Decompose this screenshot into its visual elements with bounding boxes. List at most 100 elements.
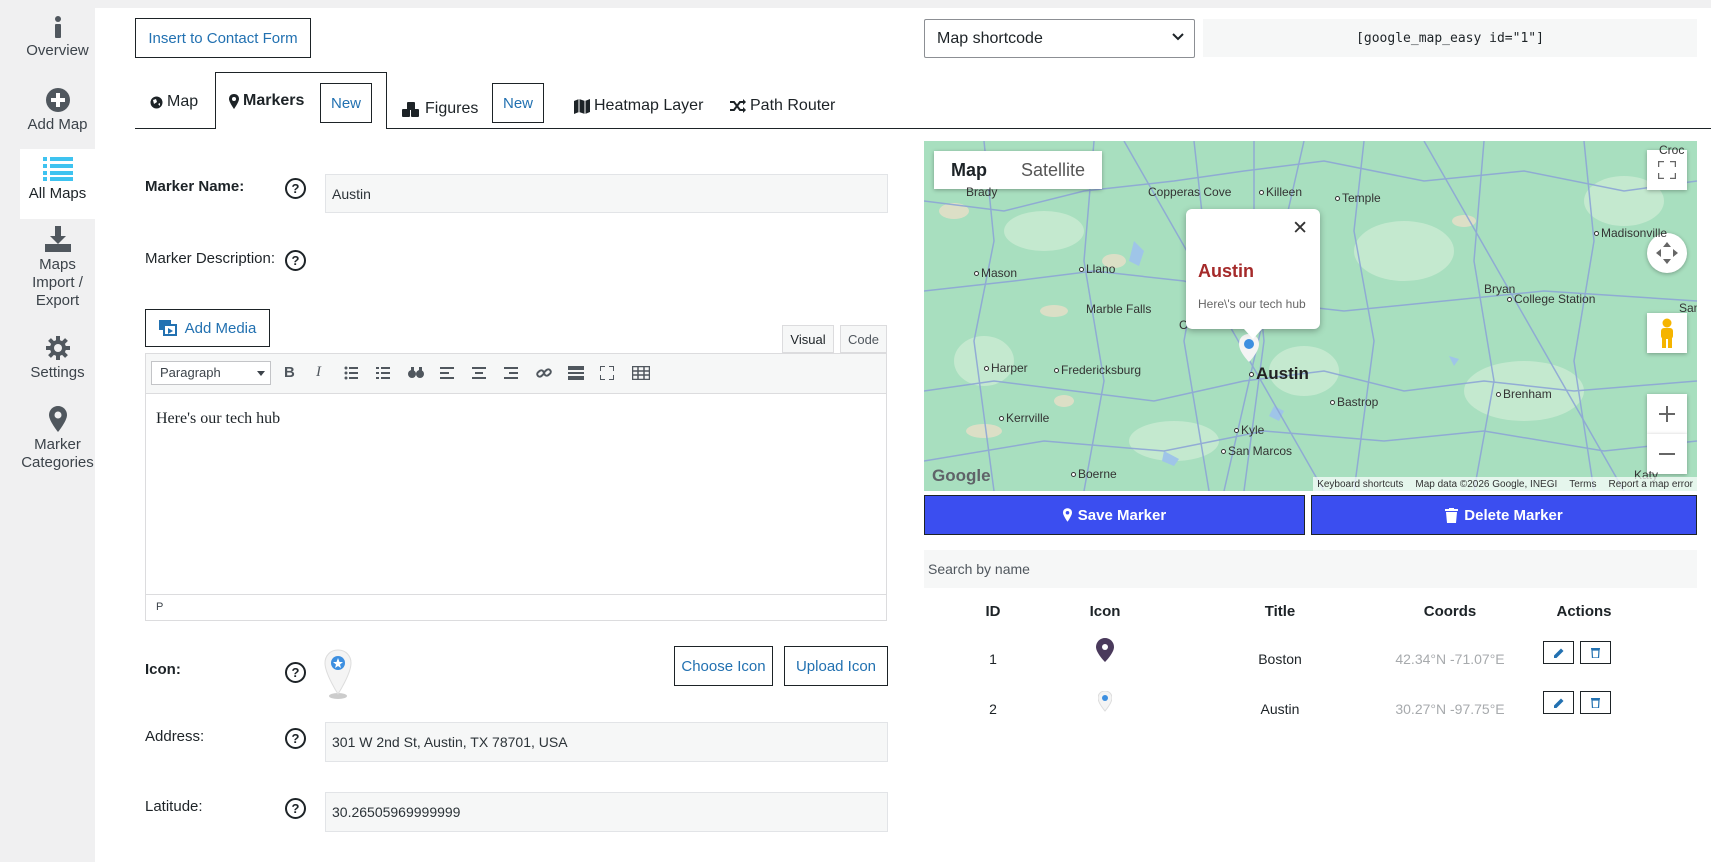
align-center-icon[interactable] (472, 366, 486, 380)
editor-text: Here's our tech hub (156, 410, 281, 427)
help-glyph: ? (291, 665, 300, 680)
tab-label: Path Router (750, 97, 836, 114)
city-label-austin: Austin (1249, 364, 1309, 384)
help-icon[interactable]: ? (285, 250, 306, 271)
sidebar-item-marker-categories[interactable]: Marker Categories (20, 406, 95, 476)
map-type-satellite[interactable]: Satellite (1004, 151, 1102, 189)
delete-row-button[interactable] (1580, 641, 1611, 664)
tab-label: Heatmap Layer (594, 97, 704, 114)
help-icon[interactable]: ? (285, 178, 306, 199)
blockquote-icon[interactable] (408, 366, 424, 380)
zoom-in-button[interactable] (1647, 394, 1687, 434)
sidebar-item-label: Overview (26, 42, 89, 59)
help-icon[interactable]: ? (285, 728, 306, 749)
latitude-label: Latitude: (145, 798, 203, 815)
map-pin-dark-icon (1096, 638, 1114, 662)
link-icon[interactable] (536, 366, 552, 380)
select-value: Map shortcode (937, 29, 1043, 47)
rich-text-editor: Paragraph B I Here's our tech hub P (145, 353, 887, 621)
report-error-link[interactable]: Report a map error (1609, 479, 1693, 490)
align-right-icon[interactable] (504, 366, 518, 380)
tab-map[interactable]: Map (150, 88, 198, 116)
pencil-icon (1553, 648, 1563, 658)
row-id: 1 (989, 651, 997, 667)
upload-icon-button[interactable]: Upload Icon (784, 646, 888, 686)
sidebar-item-import-export[interactable]: Maps Import / Export (20, 226, 95, 316)
sidebar-item-label: Add Map (27, 116, 88, 133)
editor-code-tab[interactable]: Code (840, 325, 887, 353)
row-id: 2 (989, 701, 997, 717)
marker-name-input[interactable]: Austin (325, 174, 888, 213)
keyboard-shortcuts-link[interactable]: Keyboard shortcuts (1317, 479, 1403, 490)
add-media-button[interactable]: Add Media (145, 309, 270, 347)
shapes-icon (402, 101, 419, 117)
tab-path-router[interactable]: Path Router (730, 92, 835, 120)
shuffle-icon (730, 99, 746, 113)
shortcode-field[interactable]: [google_map_easy id="1"] (1203, 19, 1697, 57)
city-label: Sam (1679, 301, 1697, 315)
edit-button[interactable] (1543, 691, 1574, 714)
paragraph-format-select[interactable]: Paragraph (151, 361, 271, 385)
city-label: Brady (966, 185, 998, 199)
table-header-title: Title (1264, 603, 1296, 620)
delete-marker-button[interactable]: Delete Marker (1311, 495, 1697, 535)
shortcode-select[interactable]: Map shortcode (924, 19, 1195, 58)
sidebar-item-all-maps[interactable]: All Maps (20, 149, 95, 219)
search-placeholder: Search by name (928, 561, 1030, 577)
sidebar-item-add-map[interactable]: Add Map (20, 88, 95, 144)
city-label: Marble Falls (1086, 302, 1152, 316)
plus-circle-icon (45, 88, 70, 112)
help-icon[interactable]: ? (285, 662, 306, 683)
tab-figures[interactable]: Figures (402, 96, 478, 122)
terms-link[interactable]: Terms (1569, 479, 1596, 490)
map-marker-icon (229, 93, 239, 109)
map-type-map[interactable]: Map (934, 151, 1004, 189)
fullscreen-icon[interactable] (600, 366, 614, 380)
list-icon (42, 157, 73, 181)
table-header-icon: Icon (1089, 603, 1121, 620)
editor-visual-tab[interactable]: Visual (782, 325, 834, 353)
button-label: Add Media (184, 319, 257, 337)
tab-label: Code (847, 331, 880, 347)
pencil-icon (1553, 698, 1563, 708)
marker-search-input[interactable]: Search by name (924, 550, 1697, 588)
delete-row-button[interactable] (1580, 691, 1611, 714)
align-left-icon[interactable] (440, 366, 454, 380)
numbered-list-icon[interactable] (376, 366, 390, 380)
badge-label: New (502, 94, 533, 112)
info-icon (54, 16, 61, 38)
latitude-input[interactable]: 30.26505969999999 (325, 792, 888, 832)
street-view-pegman[interactable] (1647, 313, 1687, 353)
edit-button[interactable] (1543, 641, 1574, 664)
select-value: Paragraph (160, 365, 221, 380)
map-view[interactable]: Map Satellite Copperas Cove Killeen Temp… (924, 141, 1697, 491)
tab-heatmap-layer[interactable]: Heatmap Layer (574, 92, 703, 120)
help-icon[interactable]: ? (285, 798, 306, 819)
save-marker-button[interactable]: Save Marker (924, 495, 1305, 535)
sidebar-item-overview[interactable]: Overview (20, 16, 95, 72)
download-icon (44, 226, 71, 252)
button-label: Delete Marker (1464, 506, 1563, 524)
tab-label: Visual (790, 331, 826, 347)
insert-contact-form-button[interactable]: Insert to Contact Form (135, 18, 311, 58)
input-value: 30.26505969999999 (332, 804, 461, 820)
address-input[interactable]: 301 W 2nd St, Austin, TX 78701, USA (325, 722, 888, 762)
city-label: Harper (984, 361, 1028, 375)
new-badge-figures: New (492, 83, 544, 123)
editor-path: P (156, 601, 164, 613)
sidebar-item-settings[interactable]: Settings (20, 336, 95, 392)
toolbar-toggle-icon[interactable] (632, 366, 650, 380)
selected-marker-icon (324, 649, 352, 699)
map-marker-icon (1062, 508, 1072, 522)
info-window-text: Here\'s our tech hub (1198, 297, 1306, 311)
italic-icon[interactable]: I (316, 364, 321, 381)
read-more-icon[interactable] (568, 366, 584, 380)
choose-icon-button[interactable]: Choose Icon (674, 646, 773, 686)
bulleted-list-icon[interactable] (344, 366, 358, 380)
editor-content[interactable]: Here's our tech hub (146, 394, 886, 594)
close-icon[interactable]: ✕ (1292, 217, 1308, 240)
caret-down-icon (257, 371, 265, 376)
row-coords: 42.34°N -71.07°E (1395, 651, 1505, 667)
marker-description-label: Marker Description: (145, 250, 276, 267)
bold-icon[interactable]: B (284, 364, 295, 381)
